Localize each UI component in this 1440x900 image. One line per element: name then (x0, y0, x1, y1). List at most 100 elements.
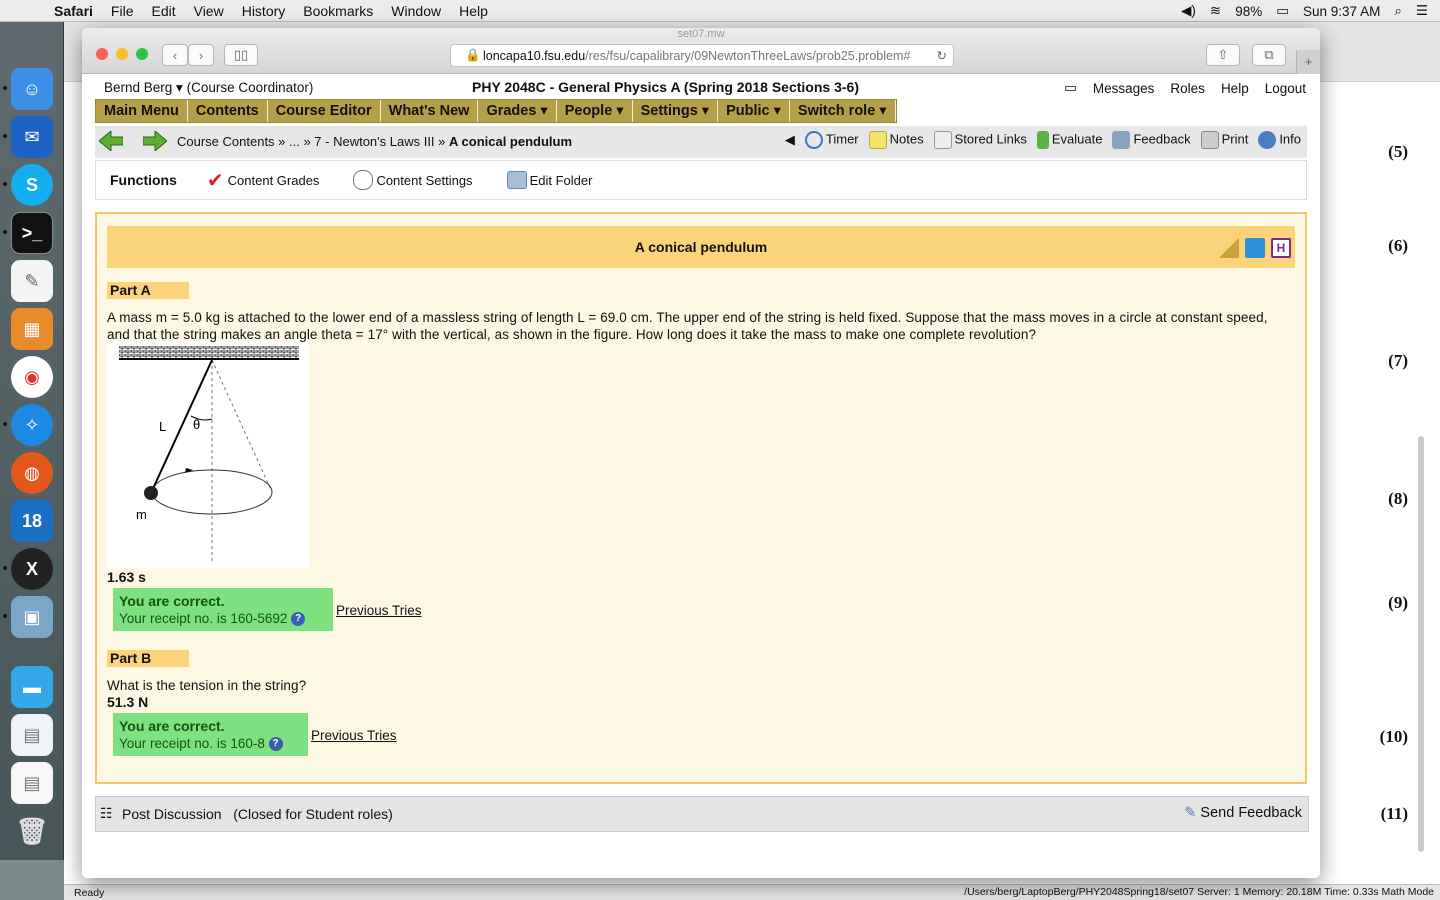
feedback-tool[interactable]: Feedback (1112, 131, 1191, 149)
help-question-icon[interactable]: ? (268, 737, 283, 752)
evaluate-tool[interactable]: Evaluate (1036, 131, 1102, 149)
forward-button[interactable]: › (188, 44, 214, 66)
post-discussion-label[interactable]: Post Discussion (Closed for Student role… (122, 806, 393, 822)
print-tool[interactable]: Print (1200, 131, 1248, 149)
timer-tool[interactable]: Timer (804, 131, 859, 149)
stored-links-tool[interactable]: Stored Links (933, 131, 1027, 149)
textedit-icon[interactable]: ✎ (11, 260, 53, 302)
menu-window[interactable]: Window (391, 3, 441, 19)
info-tool[interactable]: Info (1258, 131, 1301, 149)
minimize-button[interactable] (116, 48, 128, 60)
menu-contents[interactable]: Contents (188, 100, 268, 122)
feedback-icon (1112, 131, 1131, 149)
menu-switch-role[interactable]: Switch role ▾ (790, 100, 896, 122)
clock[interactable]: Sun 9:37 AM (1303, 4, 1380, 19)
content-grades-label: Content Grades (227, 172, 320, 188)
part-b-previous-tries[interactable]: Previous Tries (311, 728, 397, 743)
content-settings-link[interactable]: Content Settings (353, 170, 473, 190)
background-scrollbar[interactable] (1418, 436, 1424, 852)
cone-edge (211, 359, 273, 493)
html-edit-icon[interactable]: H (1271, 238, 1291, 258)
menu-help[interactable]: Help (459, 3, 488, 19)
firefox-icon[interactable]: ◍ (11, 452, 53, 494)
part-b-answer: 51.3 N (107, 694, 149, 710)
content-settings-label: Content Settings (376, 172, 473, 188)
menu-view[interactable]: View (194, 3, 224, 19)
functions-heading: Functions (110, 172, 177, 188)
calculator-icon[interactable]: ▦ (11, 308, 53, 350)
volume-icon[interactable]: ◀) (1181, 3, 1196, 19)
document-icon[interactable]: ▤ (11, 714, 53, 756)
menu-public[interactable]: Public ▾ (718, 100, 790, 122)
equation-number: (8) (1388, 489, 1408, 508)
content-grades-link[interactable]: ✔ Content Grades (207, 168, 320, 193)
sidebar-toggle-icon[interactable]: ▯▯ (224, 44, 258, 66)
battery-percent[interactable]: 98% (1235, 4, 1262, 19)
notes-icon (868, 131, 887, 149)
skype-icon[interactable]: S (11, 164, 53, 206)
wifi-icon[interactable]: ≋ (1210, 3, 1221, 19)
address-bar[interactable]: 🔒 loncapa10.fsu.edu/res/fsu/capalibrary/… (450, 44, 954, 67)
breadcrumb[interactable]: Course Contents » ... » 7 - Newton's Law… (177, 134, 572, 149)
terminal-icon[interactable]: >_ (11, 212, 53, 254)
x11-icon[interactable]: X (11, 548, 53, 590)
menu-app[interactable]: Safari (54, 3, 93, 19)
menu-main-menu[interactable]: Main Menu (96, 100, 188, 122)
chart-icon[interactable] (1245, 238, 1265, 258)
messages-icon[interactable]: ▭ (1064, 80, 1077, 96)
share-icon[interactable]: ⇧ (1206, 44, 1240, 66)
menu-edit[interactable]: Edit (151, 3, 175, 19)
notification-center-icon[interactable]: ☰ (1416, 3, 1428, 19)
document-2-icon[interactable]: ▤ (11, 762, 53, 804)
problem-panel: A conical pendulum H Part A A mass m = 5… (95, 212, 1307, 784)
part-a-previous-tries[interactable]: Previous Tries (336, 603, 422, 618)
next-arrow-icon[interactable] (143, 131, 167, 151)
url-host: loncapa10.fsu.edu (483, 48, 586, 63)
edit-folder-link[interactable]: Edit Folder (506, 171, 592, 189)
reload-icon[interactable]: ↻ (937, 48, 947, 63)
menu-settings[interactable]: Settings ▾ (633, 100, 719, 122)
macos-menubar: Safari File Edit View History Bookmarks … (0, 0, 1440, 22)
menu-history[interactable]: History (242, 3, 286, 19)
folder-icon[interactable]: ▬ (11, 666, 53, 708)
safari-icon[interactable]: ✧ (11, 404, 53, 446)
part-b-question: What is the tension in the string? (107, 678, 307, 693)
previous-arrow-icon[interactable] (99, 131, 123, 151)
help-link[interactable]: Help (1221, 81, 1249, 96)
thumb-up-icon (1036, 131, 1049, 149)
user-role[interactable]: Bernd Berg ▾ (Course Coordinator) (104, 80, 313, 96)
roles-link[interactable]: Roles (1170, 81, 1205, 96)
new-tab-icon[interactable]: + (1296, 50, 1320, 74)
battery-icon[interactable]: ▭ (1276, 3, 1289, 19)
breadcrumb-path[interactable]: Course Contents » ... » 7 - Newton's Law… (177, 134, 449, 149)
help-question-icon[interactable]: ? (291, 612, 306, 627)
running-dot (3, 422, 7, 426)
menu-course-editor[interactable]: Course Editor (268, 100, 381, 122)
menu-grades[interactable]: Grades ▾ (478, 100, 557, 122)
menu-whats-new[interactable]: What's New (381, 100, 479, 122)
logout-link[interactable]: Logout (1265, 81, 1306, 96)
preview-icon[interactable]: ▣ (11, 596, 53, 638)
messages-link[interactable]: Messages (1093, 81, 1155, 96)
chrome-icon[interactable]: ◉ (11, 356, 53, 398)
menu-file[interactable]: File (111, 3, 134, 19)
finder-icon[interactable]: ☺ (11, 68, 53, 110)
tabs-overview-icon[interactable]: ⧉ (1252, 44, 1286, 66)
notes-tool[interactable]: Notes (868, 131, 924, 149)
ruler-icon[interactable] (1219, 238, 1239, 258)
collapse-arrow-icon[interactable]: ◀ (785, 132, 795, 148)
menu-bookmarks[interactable]: Bookmarks (303, 3, 373, 19)
back-button[interactable]: ‹ (162, 44, 188, 66)
zoom-button[interactable] (136, 48, 148, 60)
mass-bob (144, 486, 158, 500)
menu-people[interactable]: People ▾ (557, 100, 633, 122)
part-a-correct-box: You are correct. Your receipt no. is 160… (113, 588, 333, 631)
close-button[interactable] (96, 48, 108, 60)
send-feedback-link[interactable]: ✎ Send Feedback (1184, 805, 1302, 821)
thunderbird-icon[interactable]: ✉ (11, 116, 53, 158)
breadcrumb-bar: Course Contents » ... » 7 - Newton's Law… (95, 126, 1307, 158)
spotlight-icon[interactable]: ⌕ (1394, 3, 1402, 19)
discussion-icon[interactable]: ☷ (100, 805, 113, 822)
trash-icon[interactable]: 🗑 (11, 810, 53, 852)
calendar-app-icon[interactable]: 18 (11, 500, 53, 542)
